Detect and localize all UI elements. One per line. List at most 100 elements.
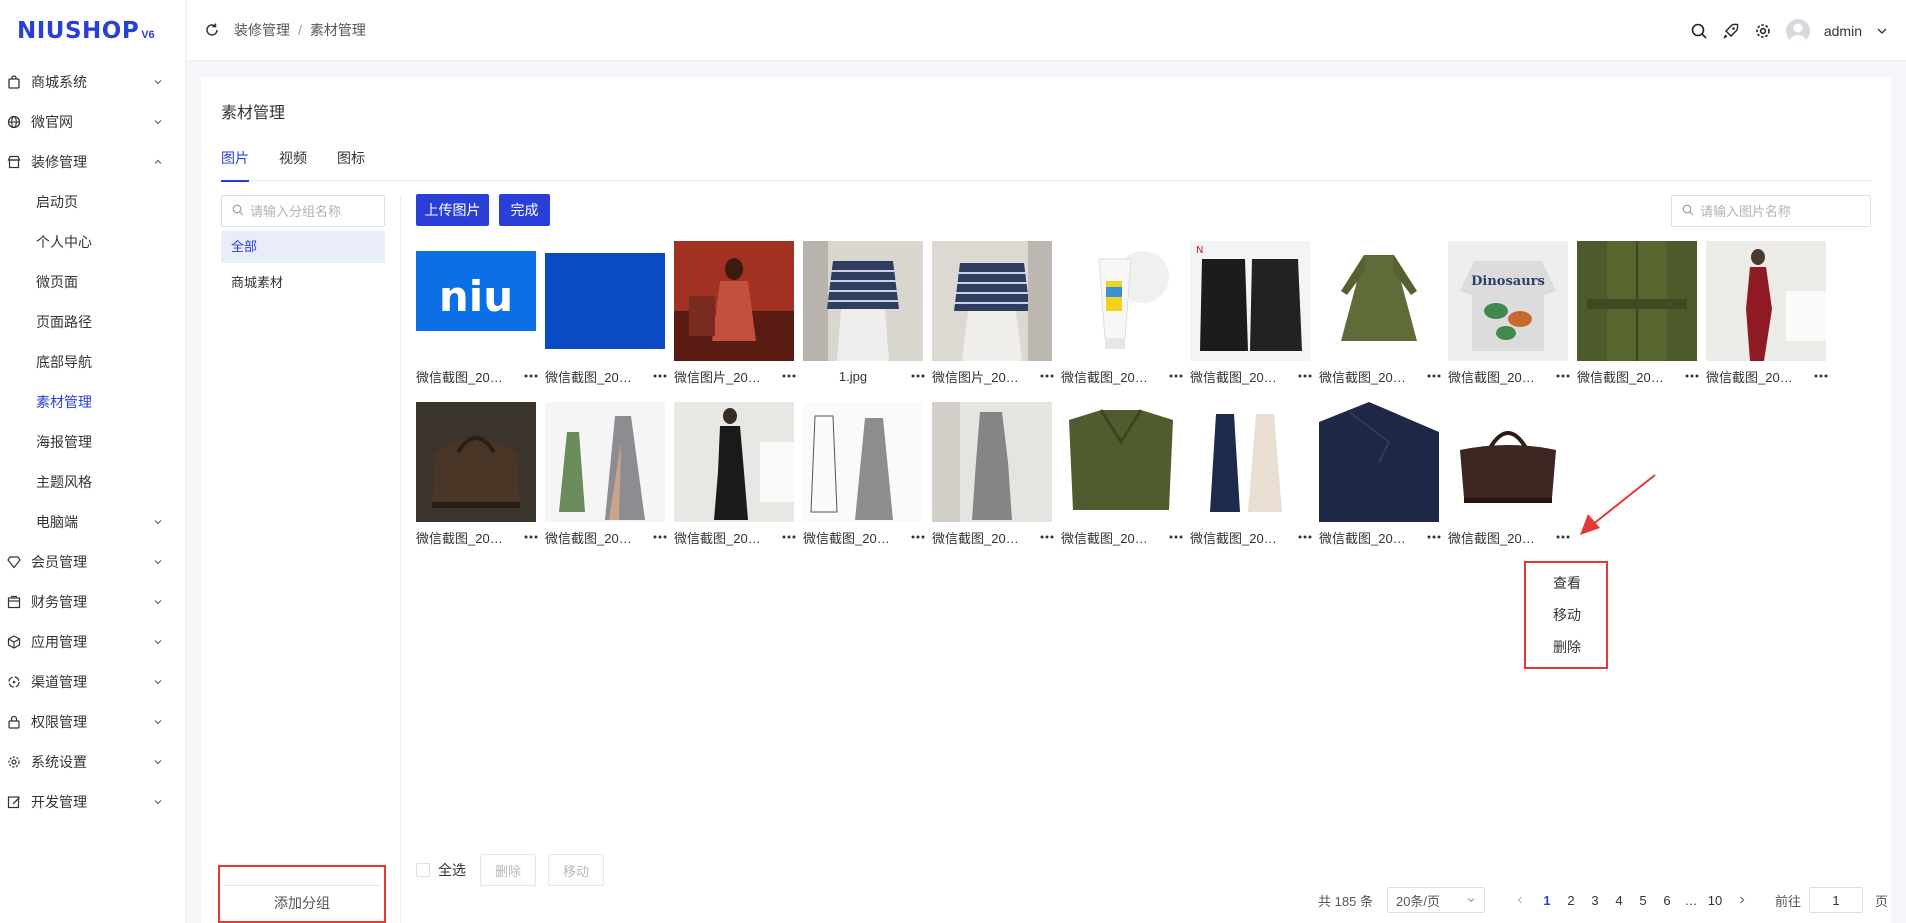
- image-tile[interactable]: 微信截图_20…: [932, 402, 1054, 546]
- bulk-delete-button[interactable]: 删除: [480, 854, 537, 886]
- sidebar-sub-item-launch[interactable]: 启动页: [0, 182, 185, 222]
- sidebar-sub-item-micropage[interactable]: 微页面: [0, 262, 185, 302]
- image-thumbnail[interactable]: [674, 402, 794, 522]
- more-options-icon[interactable]: [1167, 368, 1185, 384]
- sidebar-sub-item-profile[interactable]: 个人中心: [0, 222, 185, 262]
- image-tile[interactable]: 微信截图_20…: [1319, 402, 1441, 546]
- page-number[interactable]: 3: [1583, 893, 1607, 908]
- group-item-all[interactable]: 全部: [221, 231, 385, 263]
- image-tile[interactable]: 微信截图_20…: [1577, 241, 1699, 385]
- group-item-mall-materials[interactable]: 商城素材: [221, 267, 385, 299]
- image-tile[interactable]: 微信截图_20…: [1061, 241, 1183, 385]
- image-tile[interactable]: 微信图片_20…: [932, 241, 1054, 385]
- page-number[interactable]: 1: [1535, 893, 1559, 908]
- menu-item-view[interactable]: 查看: [1534, 567, 1600, 599]
- image-thumbnail[interactable]: niu: [416, 241, 536, 361]
- more-options-icon[interactable]: [1167, 529, 1185, 545]
- sidebar-item-settings[interactable]: 系统设置: [0, 742, 185, 782]
- more-options-icon[interactable]: [909, 529, 927, 545]
- more-options-icon[interactable]: [1425, 368, 1443, 384]
- more-options-icon[interactable]: [1554, 368, 1572, 384]
- more-options-icon[interactable]: [1038, 529, 1056, 545]
- image-thumbnail[interactable]: [1061, 241, 1181, 361]
- page-number[interactable]: 10: [1703, 893, 1727, 908]
- image-tile[interactable]: 微信截图_20…: [1448, 402, 1570, 546]
- more-options-icon[interactable]: [1038, 368, 1056, 384]
- more-options-icon[interactable]: [1554, 529, 1572, 545]
- sidebar-sub-item-materials[interactable]: 素材管理: [0, 382, 185, 422]
- bulk-move-button[interactable]: 移动: [548, 854, 605, 886]
- image-thumbnail[interactable]: [1448, 402, 1568, 522]
- more-options-icon[interactable]: [651, 529, 669, 545]
- image-tile[interactable]: 微信截图_20…: [1706, 241, 1828, 385]
- sidebar-item-apps[interactable]: 应用管理: [0, 622, 185, 662]
- sidebar-item-developer[interactable]: 开发管理: [0, 782, 185, 822]
- more-options-icon[interactable]: [909, 368, 927, 384]
- more-options-icon[interactable]: [522, 368, 540, 384]
- image-tile[interactable]: 微信截图_20…: [545, 402, 667, 546]
- image-tile[interactable]: niu 微信截图_20…: [416, 241, 538, 385]
- image-thumbnail[interactable]: [932, 241, 1052, 361]
- search-icon[interactable]: [1690, 22, 1708, 40]
- image-tile[interactable]: 微信截图_20…: [545, 241, 667, 385]
- more-options-icon[interactable]: [651, 368, 669, 384]
- image-thumbnail[interactable]: [416, 402, 536, 522]
- page-number[interactable]: 5: [1631, 893, 1655, 908]
- logo[interactable]: NIUSHOP V6: [0, 0, 185, 62]
- more-options-icon[interactable]: [780, 368, 798, 384]
- image-thumbnail[interactable]: Dinosaurs: [1448, 241, 1568, 361]
- menu-item-move[interactable]: 移动: [1534, 599, 1600, 631]
- image-thumbnail[interactable]: [1706, 241, 1826, 361]
- image-thumbnail[interactable]: [803, 241, 923, 361]
- gear-icon[interactable]: [1754, 22, 1772, 40]
- tab-videos[interactable]: 视频: [279, 139, 307, 181]
- page-number[interactable]: 6: [1655, 893, 1679, 908]
- image-search-input[interactable]: [1700, 203, 1860, 219]
- image-thumbnail[interactable]: [1577, 241, 1697, 361]
- sidebar-item-channels[interactable]: 渠道管理: [0, 662, 185, 702]
- image-thumbnail[interactable]: [1190, 402, 1310, 522]
- sidebar-sub-item-page-path[interactable]: 页面路径: [0, 302, 185, 342]
- more-options-icon[interactable]: [1296, 368, 1314, 384]
- done-button[interactable]: 完成: [499, 194, 550, 226]
- select-all-checkbox[interactable]: [416, 863, 430, 877]
- group-search-input[interactable]: [250, 203, 380, 219]
- more-options-icon[interactable]: [522, 529, 540, 545]
- tab-images[interactable]: 图片: [221, 139, 249, 182]
- more-options-icon[interactable]: [780, 529, 798, 545]
- image-tile[interactable]: 微信截图_20…: [1190, 402, 1312, 546]
- sidebar-item-permissions[interactable]: 权限管理: [0, 702, 185, 742]
- rocket-icon[interactable]: [1722, 22, 1740, 40]
- image-thumbnail[interactable]: [545, 402, 665, 522]
- more-options-icon[interactable]: [1683, 368, 1701, 384]
- page-ellipsis[interactable]: …: [1679, 893, 1703, 908]
- image-tile[interactable]: Dinosaurs 微信截图_20…: [1448, 241, 1570, 385]
- image-tile[interactable]: 微信图片_20…: [674, 241, 796, 385]
- image-tile[interactable]: 1.jpg: [803, 241, 925, 384]
- image-tile[interactable]: N 微信截图_20…: [1190, 241, 1312, 385]
- image-thumbnail[interactable]: [674, 241, 794, 361]
- image-tile[interactable]: 微信截图_20…: [1061, 402, 1183, 546]
- image-thumbnail[interactable]: [932, 402, 1052, 522]
- add-group-button[interactable]: 添加分组: [224, 885, 380, 919]
- select-all-label[interactable]: 全选: [438, 860, 466, 880]
- upload-image-button[interactable]: 上传图片: [416, 194, 489, 226]
- image-thumbnail[interactable]: [1061, 402, 1181, 522]
- image-tile[interactable]: 微信截图_20…: [1319, 241, 1441, 385]
- breadcrumb-item[interactable]: 装修管理: [234, 20, 290, 40]
- image-tile[interactable]: 微信截图_20…: [803, 402, 925, 546]
- sidebar-item-mall[interactable]: 商城系统: [0, 62, 185, 102]
- user-name[interactable]: admin: [1824, 23, 1862, 39]
- image-tile[interactable]: 微信截图_20…: [416, 402, 538, 546]
- page-size-select[interactable]: 20条/页: [1386, 887, 1485, 913]
- sidebar-item-finance[interactable]: 财务管理: [0, 582, 185, 622]
- image-thumbnail[interactable]: [1319, 241, 1439, 361]
- next-page-button[interactable]: [1733, 891, 1751, 909]
- menu-item-delete[interactable]: 删除: [1534, 631, 1600, 663]
- sidebar-sub-item-bottom-nav[interactable]: 底部导航: [0, 342, 185, 382]
- page-number[interactable]: 2: [1559, 893, 1583, 908]
- image-thumbnail[interactable]: [803, 402, 923, 522]
- more-options-icon[interactable]: [1812, 368, 1830, 384]
- more-options-icon[interactable]: [1425, 529, 1443, 545]
- avatar[interactable]: [1785, 18, 1810, 43]
